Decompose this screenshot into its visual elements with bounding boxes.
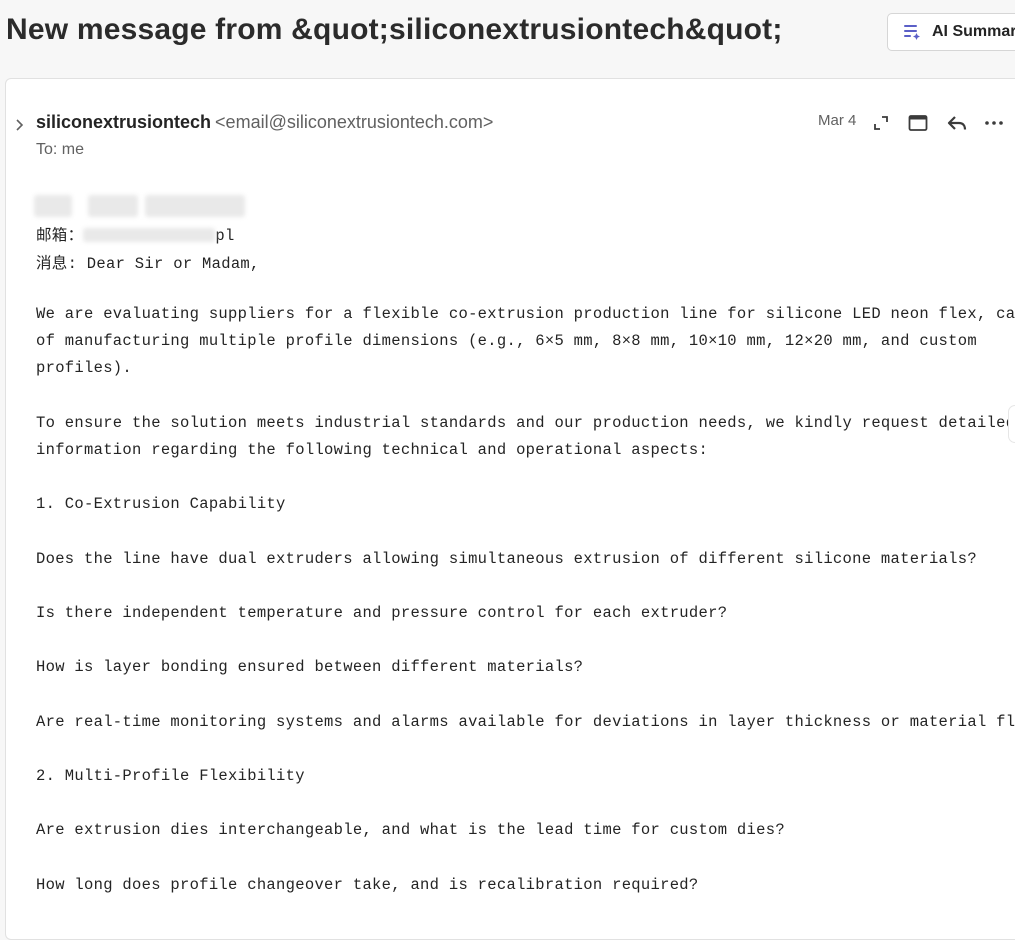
scroll-handle[interactable] (1008, 405, 1015, 443)
body-line: 消息: Dear Sir or Madam, (36, 255, 260, 273)
ai-summary-label: AI Summar (932, 23, 1015, 40)
sender-line: siliconextrusiontech <email@siliconextrus… (36, 112, 493, 133)
body-line: How is layer bonding ensured between dif… (36, 658, 584, 676)
body-line: We are evaluating suppliers for a flexib… (36, 305, 1015, 323)
body-line: Is there independent temperature and pre… (36, 604, 728, 622)
section-heading: 1. Co-Extrusion Capability (36, 495, 286, 513)
body-line: Does the line have dual extruders allowi… (36, 550, 977, 568)
body-line: profiles). (36, 359, 133, 377)
body-line: Are real-time monitoring systems and ala… (36, 713, 1015, 731)
body-email-line: 邮箱： pl (36, 223, 235, 245)
redacted-name (34, 195, 72, 217)
email-prefix: 邮箱： (36, 227, 84, 245)
message-subject: New message from &quot;siliconextrusiont… (6, 13, 783, 46)
body-line: Are extrusion dies interchangeable, and … (36, 821, 785, 839)
message-date: Mar 4 (818, 112, 857, 129)
sender-name[interactable]: siliconextrusiontech (36, 112, 211, 132)
body-line: How long does profile changeover take, a… (36, 876, 699, 894)
body-line: To ensure the solution meets industrial … (36, 414, 1015, 432)
sender-email[interactable]: <email@siliconextrusiontech.com> (215, 112, 493, 132)
section-heading: 2. Multi-Profile Flexibility (36, 767, 305, 785)
ai-summary-icon (904, 25, 920, 40)
reply-icon (947, 116, 967, 130)
chevron-right-icon[interactable] (15, 118, 25, 132)
open-in-window-button[interactable] (907, 112, 929, 134)
expand-icon (874, 116, 888, 130)
body-line: information regarding the following tech… (36, 441, 709, 459)
redacted-name (88, 195, 138, 217)
recipient-line: To: me (36, 141, 85, 158)
ai-summary-button[interactable]: AI Summar (887, 13, 1015, 51)
expand-button[interactable] (870, 112, 892, 134)
redacted-email (83, 227, 216, 242)
body-line: of manufacturing multiple profile dimens… (36, 332, 977, 350)
more-icon (985, 121, 1003, 125)
reply-button[interactable] (946, 112, 968, 134)
open-window-icon (908, 115, 928, 131)
email-suffix: pl (215, 227, 235, 245)
more-actions-button[interactable] (983, 112, 1005, 134)
redacted-name (145, 195, 245, 217)
